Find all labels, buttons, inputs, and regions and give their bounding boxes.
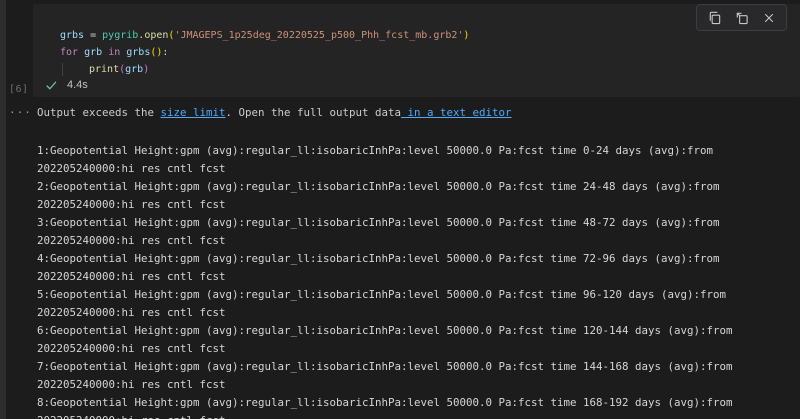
code-line: for grb in grbs(): xyxy=(60,44,680,61)
code-token-bracket_gold: () xyxy=(150,47,162,58)
copy-button[interactable] xyxy=(704,7,725,28)
code-token-variable: grbs xyxy=(60,30,84,41)
notebook-page: [6] grbs = pygrib.open('JMAGEPS_1p25deg_… xyxy=(0,0,800,419)
output-line: 202205240000:hi res cntl fcst xyxy=(37,268,796,286)
output-entry: 6:Geopotential Height:gpm (avg):regular_… xyxy=(37,322,796,358)
code-token-variable: grb xyxy=(84,47,102,58)
code-token-variable: grbs xyxy=(126,47,150,58)
output-line: 1:Geopotential Height:gpm (avg):regular_… xyxy=(37,142,796,160)
output-line: 2:Geopotential Height:gpm (avg):regular_… xyxy=(37,178,796,196)
output-line: 7:Geopotential Height:gpm (avg):regular_… xyxy=(37,358,796,376)
code-cell: grbs = pygrib.open('JMAGEPS_1p25deg_2022… xyxy=(33,4,800,97)
code-editor[interactable]: grbs = pygrib.open('JMAGEPS_1p25deg_2022… xyxy=(60,27,680,78)
output-truncation-notice: Output exceeds the size limit. Open the … xyxy=(37,104,796,140)
cell-status-bar: 4.4s xyxy=(45,77,88,93)
open-text-editor-link[interactable]: in a text editor xyxy=(401,106,512,119)
output-line: 8:Geopotential Height:gpm (avg):regular_… xyxy=(37,394,796,412)
output-entry: 1:Geopotential Height:gpm (avg):regular_… xyxy=(37,142,796,178)
output-line: 202205240000:hi res cntl fcst xyxy=(37,340,796,358)
output-line: 202205240000:hi res cntl fcst xyxy=(37,412,796,419)
close-button[interactable] xyxy=(758,7,779,28)
paste-button[interactable] xyxy=(731,7,752,28)
indent-guide xyxy=(62,63,89,76)
success-check-icon xyxy=(45,79,58,92)
code-token-function: open xyxy=(144,30,168,41)
output-line: 3:Geopotential Height:gpm (avg):regular_… xyxy=(37,214,796,232)
copy-icon xyxy=(707,10,722,25)
notice-text: Output exceeds the xyxy=(37,106,161,119)
output-entry: 2:Geopotential Height:gpm (avg):regular_… xyxy=(37,178,796,214)
output-entry: 4:Geopotential Height:gpm (avg):regular_… xyxy=(37,250,796,286)
size-limit-link[interactable]: size limit xyxy=(161,106,226,119)
code-line: grbs = pygrib.open('JMAGEPS_1p25deg_2022… xyxy=(60,27,680,44)
paste-icon xyxy=(734,10,749,25)
output-region: Output exceeds the size limit. Open the … xyxy=(37,104,796,419)
output-text: 1:Geopotential Height:gpm (avg):regular_… xyxy=(37,142,796,419)
output-entry: 8:Geopotential Height:gpm (avg):regular_… xyxy=(37,394,796,419)
output-line: 202205240000:hi res cntl fcst xyxy=(37,232,796,250)
output-entry: 5:Geopotential Height:gpm (avg):regular_… xyxy=(37,286,796,322)
execution-duration: 4.4s xyxy=(67,79,88,91)
cell-toolbar xyxy=(696,4,787,31)
code-token-keyword: in xyxy=(108,47,120,58)
code-token-function: print xyxy=(89,64,119,75)
code-line: print(grb) xyxy=(60,61,680,78)
output-entry: 3:Geopotential Height:gpm (avg):regular_… xyxy=(37,214,796,250)
code-token-punct: = xyxy=(84,30,102,41)
code-token-keyword: for xyxy=(60,47,78,58)
output-line: 202205240000:hi res cntl fcst xyxy=(37,196,796,214)
output-line: 6:Geopotential Height:gpm (avg):regular_… xyxy=(37,322,796,340)
close-icon xyxy=(762,11,776,25)
output-line: 5:Geopotential Height:gpm (avg):regular_… xyxy=(37,286,796,304)
code-token-bracket_gold: ) xyxy=(463,30,469,41)
code-token-bracket_pink: ) xyxy=(143,64,149,75)
code-token-punct: : xyxy=(162,47,168,58)
code-token-string: 'JMAGEPS_1p25deg_20220525_p500_Phh_fcst_… xyxy=(174,30,463,41)
output-line: 202205240000:hi res cntl fcst xyxy=(37,160,796,178)
output-collapsed-indicator[interactable]: ... xyxy=(9,103,32,116)
notice-text: . Open the full output data xyxy=(226,106,402,119)
code-token-variable: grb xyxy=(125,64,143,75)
code-token-module: pygrib xyxy=(102,30,138,41)
cell-focus-bar xyxy=(0,0,6,419)
output-line: 202205240000:hi res cntl fcst xyxy=(37,376,796,394)
output-line: 4:Geopotential Height:gpm (avg):regular_… xyxy=(37,250,796,268)
execution-count: [6] xyxy=(9,84,29,95)
output-entry: 7:Geopotential Height:gpm (avg):regular_… xyxy=(37,358,796,394)
output-line: 202205240000:hi res cntl fcst xyxy=(37,304,796,322)
